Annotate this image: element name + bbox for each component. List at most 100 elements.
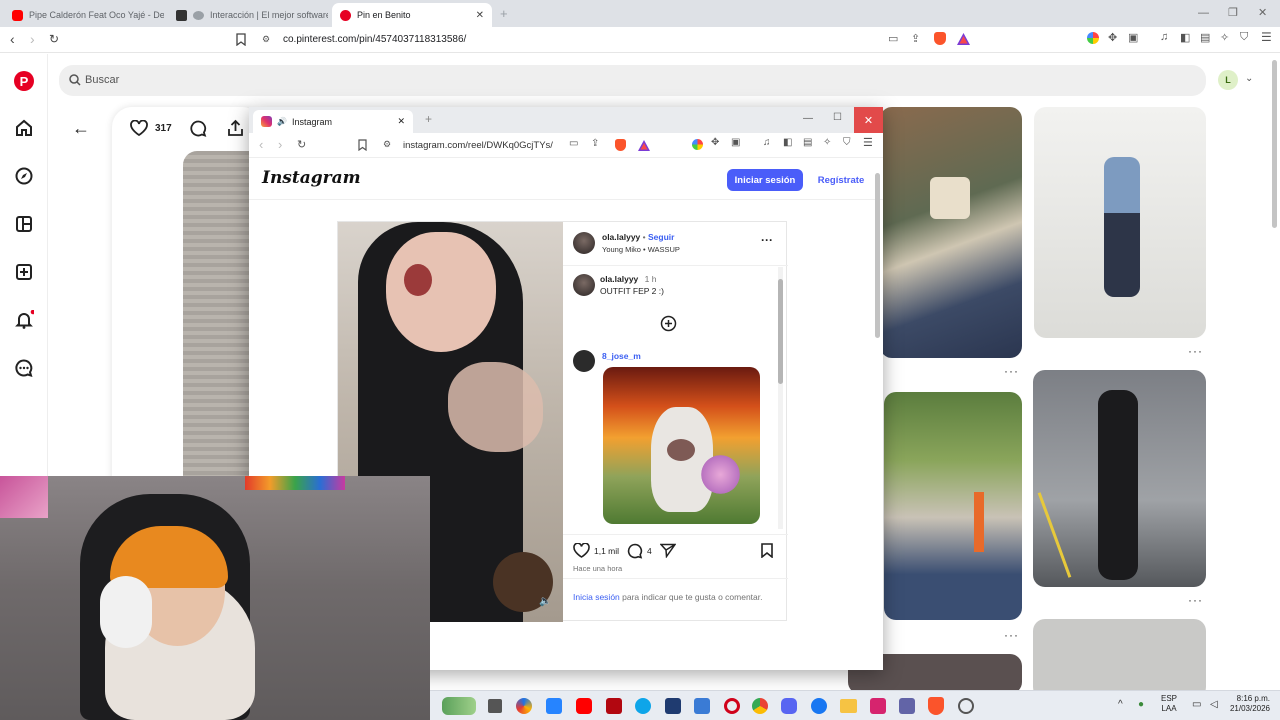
forward-icon[interactable]: › [278,137,282,152]
address-bar[interactable]: instagram.com/reel/DWKq0GcjTYs/ [403,140,553,151]
close-tab-icon[interactable]: ✕ [397,116,405,127]
bookmark-icon[interactable] [236,33,246,46]
caption-username[interactable]: ola.lalyyy [600,274,638,284]
brave-rewards-icon[interactable] [638,140,650,151]
feed-pin[interactable] [880,107,1022,358]
close-window-icon[interactable]: ✕ [854,107,883,133]
opera-icon[interactable] [724,698,740,714]
sidebar-toggle-icon[interactable]: ◧ [783,137,792,148]
mail-icon[interactable] [694,698,710,714]
login-prompt-link[interactable]: Inicia sesión [573,592,620,602]
clock[interactable]: 8:16 p.m. 21/03/2026 [1226,694,1270,714]
settings-icon[interactable] [958,698,974,714]
comment-icon[interactable] [190,120,207,137]
close-window-icon[interactable]: ✕ [1258,6,1267,19]
back-icon[interactable]: ‹ [10,31,15,47]
back-arrow-icon[interactable]: ← [72,118,90,139]
chrome-icon[interactable] [752,698,768,714]
feed-pin[interactable] [1034,107,1206,338]
commenter-username[interactable]: 8_jose_m [602,351,641,361]
youtube-icon[interactable] [576,698,592,714]
facebook-icon[interactable] [811,698,827,714]
back-icon[interactable]: ‹ [259,137,263,152]
audio-label[interactable]: Young Miko • WASSUP [602,245,680,254]
sidebar-toggle-icon[interactable]: ◧ [1180,31,1190,44]
brave-icon[interactable] [928,697,944,715]
tab-pinterest[interactable]: Pin en Benito ✕ [332,3,492,27]
menu-icon[interactable]: ☰ [863,136,873,149]
netflix-icon[interactable] [606,698,622,714]
discord-icon[interactable] [781,698,797,714]
minimize-icon[interactable]: — [803,113,813,124]
tab-interaccion[interactable]: Interacción | El mejor software p... [168,3,328,27]
restore-icon[interactable]: ❐ [1228,6,1238,19]
search-input[interactable]: Buscar [85,74,119,86]
avatar[interactable]: L [1218,70,1238,90]
teams-icon[interactable] [899,698,915,714]
create-icon[interactable] [14,262,34,282]
notifications-icon[interactable] [14,310,34,330]
avatar[interactable] [573,350,595,372]
new-tab-icon[interactable]: + [425,112,432,126]
more-options-icon[interactable]: ··· [1004,364,1019,378]
close-tab-icon[interactable]: ✕ [476,10,484,21]
new-tab-icon[interactable]: + [500,6,508,21]
more-options-icon[interactable]: ··· [1188,344,1203,358]
network-icon[interactable]: ▭ [1192,699,1201,710]
minimize-icon[interactable]: — [1198,7,1209,19]
comment-icon[interactable] [627,543,643,559]
share-icon[interactable]: ⇪ [591,138,599,149]
avatar[interactable] [573,274,595,296]
microphone-icon[interactable]: ● [1138,699,1144,710]
popup-scrollbar[interactable] [875,173,880,338]
menu-icon[interactable]: ☰ [1261,30,1272,44]
messages-icon[interactable] [14,358,34,378]
feed-pin[interactable] [1033,619,1206,699]
address-bar[interactable]: co.pinterest.com/pin/4574037118313586/ [283,34,466,45]
leo-ai-icon[interactable]: ✧ [823,137,831,148]
feed-pin[interactable] [1033,370,1206,587]
more-options-icon[interactable]: ··· [1188,593,1203,607]
reader-icon[interactable]: ▤ [1200,31,1210,44]
more-options-icon[interactable]: ··· [761,233,773,247]
leo-ai-icon[interactable]: ✧ [1220,31,1229,44]
page-scrollbar[interactable] [1272,60,1277,228]
music-icon[interactable]: ♫ [1160,31,1168,43]
volume-icon[interactable]: ◁ [1210,699,1218,710]
widgets-icon[interactable] [442,697,476,715]
cast-icon[interactable]: ▭ [569,138,578,149]
extensions-icon[interactable]: ✥ [711,137,719,148]
login-button[interactable]: Iniciar sesión [727,169,803,191]
vpn-icon[interactable]: ⛉ [843,137,851,148]
explore-icon[interactable] [14,166,34,186]
reload-icon[interactable]: ↻ [297,138,306,151]
search-bar[interactable]: Buscar [59,65,1206,96]
vpn-icon[interactable]: ⛉ [1240,31,1248,44]
forward-icon[interactable]: › [30,31,35,47]
brave-shield-icon[interactable] [615,139,626,151]
site-settings-icon[interactable]: ⚙ [383,139,391,150]
share-icon[interactable]: ⇪ [911,32,920,45]
app-icon[interactable] [870,698,886,714]
file-explorer-icon[interactable] [840,699,857,713]
bookmark-icon[interactable] [358,139,367,151]
music-icon[interactable]: ♫ [763,137,771,148]
comments-scrollbar[interactable] [778,267,783,529]
heart-icon[interactable] [573,543,590,558]
share-icon[interactable] [227,119,244,137]
wallet-icon[interactable]: ▣ [731,137,740,148]
wallet-icon[interactable]: ▣ [1128,31,1138,44]
add-comment-icon[interactable] [660,315,677,332]
mute-icon[interactable]: 🔈 [539,596,551,607]
feed-pin[interactable] [884,392,1022,620]
instagram-logo[interactable]: Instagram [262,168,361,188]
app-icon[interactable] [665,698,681,714]
chevron-down-icon[interactable]: ⌄ [1245,73,1253,84]
cast-icon[interactable]: ▭ [888,32,898,45]
share-icon[interactable] [660,543,676,558]
tray-chevron-icon[interactable]: ^ [1118,699,1123,710]
more-options-icon[interactable]: ··· [1004,628,1019,642]
task-view-icon[interactable] [488,699,502,713]
tab-instagram[interactable]: 🔊 Instagram ✕ [253,110,413,133]
store-icon[interactable] [546,698,562,714]
